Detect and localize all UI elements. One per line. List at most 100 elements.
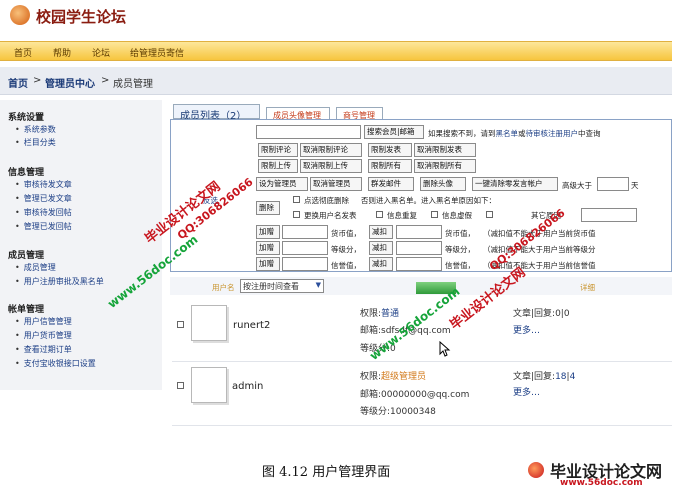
credit-label: 信誉值， [331,261,361,270]
other-reason-checkbox[interactable] [486,211,493,218]
sidebar-item[interactable]: 支付宝收银接口设置 [15,358,96,369]
crumb-home[interactable]: 首页 [8,75,28,90]
deduct-currency-input[interactable] [396,225,442,239]
user-level: 等级分:10000348 [360,407,436,417]
level-label: 等级分， [445,245,475,254]
member-list-header: 用户名 按注册时间查看 ▼ 详细 [170,277,672,295]
add-currency-button[interactable]: 加赠 [256,225,280,239]
figure-caption: 图 4.12 用户管理界面 [262,465,391,480]
ban-user-checkbox[interactable] [293,211,300,218]
user-stats: 文章|回复:18|4 [513,369,575,382]
set-admin-button[interactable]: 设为管理员 [256,177,308,191]
days-input[interactable] [597,177,629,191]
unlimit-upload-button[interactable]: 取消限制上传 [300,159,362,173]
info-fake-label: 信息虚假 [442,211,472,220]
add-credit-button[interactable]: 加赠 [256,257,280,271]
pending-users-link[interactable]: 待审核注册用户 [526,129,579,138]
sidebar-heading: 信息管理 [8,168,45,178]
add-level-input[interactable] [282,241,328,255]
row-checkbox[interactable] [177,382,184,389]
deduct-level-input[interactable] [396,241,442,255]
user-permission: 权限:超级管理员 [360,369,426,382]
permission-value: 普通 [381,309,400,319]
row-divider [172,361,672,362]
limit-post-button[interactable]: 限制发表 [368,143,412,157]
deduct-currency-button[interactable]: 减扣 [369,225,393,239]
sidebar-item[interactable]: 审核待发文章 [15,179,72,190]
deduct-level-button[interactable]: 减扣 [369,241,393,255]
currency-label: 货币值， [331,229,361,238]
reply-count[interactable]: 4 [570,372,576,382]
user-email: 邮箱:00000000@qq.com [360,390,470,400]
unlimit-comment-button[interactable]: 取消限制评论 [300,143,362,157]
article-count[interactable]: 18 [555,372,566,382]
row-checkbox[interactable] [177,321,184,328]
search-button[interactable]: 搜索会员|邮箱 [364,125,424,139]
sidebar-item[interactable]: 审核待发回帖 [15,207,72,218]
cursor-icon [439,341,451,357]
sidebar-item[interactable]: 用户信管管理 [15,316,72,327]
hard-delete-checkbox[interactable] [293,196,300,203]
add-level-button[interactable]: 加赠 [256,241,280,255]
delete-avatar-button[interactable]: 删除头像 [420,177,466,191]
username[interactable]: runert2 [233,320,270,331]
limit-comment-button[interactable]: 限制评论 [258,143,298,157]
sidebar-item[interactable]: 查看过期订单 [15,344,72,355]
col-detail: 详细 [580,283,595,292]
nav-home[interactable]: 首页 [14,46,32,59]
nav-help[interactable]: 帮助 [53,46,71,59]
info-fake-checkbox[interactable] [431,211,438,218]
clear-zero-post-button[interactable]: 一键清除零发言帐户 [472,177,558,191]
add-credit-input[interactable] [282,257,328,271]
sidebar-item[interactable]: 栏目分类 [15,137,56,148]
stats-label: 文章|回复: [513,372,556,382]
level-label: 等级分， [331,245,361,254]
add-currency-input[interactable] [282,225,328,239]
deduct-credit-input[interactable] [396,257,442,271]
sort-select-value: 按注册时间查看 [243,282,299,291]
sidebar-item[interactable]: 管理已发回帖 [15,221,72,232]
limit-all-button[interactable]: 限制所有 [368,159,412,173]
other-reason-input[interactable] [581,208,637,222]
crumb-admin-center[interactable]: 管理员中心 [45,75,95,90]
top-nav: 首页 帮助 论坛 给管理员寄信 [0,41,672,61]
search-hint-text: 如果搜索不到，请到 [428,129,496,138]
limit-upload-button[interactable]: 限制上传 [258,159,298,173]
sidebar-item[interactable]: 成员管理 [15,262,56,273]
info-repeat-checkbox[interactable] [376,211,383,218]
crumb-current: 成员管理 [113,79,153,90]
level-above-label: 高级大于 [562,181,592,190]
search-hint: 如果搜索不到，请到黑名单或待审核注册用户中查询 [428,128,601,139]
unlimit-post-button[interactable]: 取消限制发表 [414,143,476,157]
info-repeat-label: 信息重复 [387,211,417,220]
sidebar-item[interactable]: 用户货币管理 [15,330,72,341]
blacklist-link[interactable]: 黑名单 [496,129,519,138]
sidebar-item[interactable]: 系统参数 [15,124,56,135]
permission-label: 权限: [360,372,382,382]
sidebar-item[interactable]: 管理已发文章 [15,193,72,204]
breadcrumb: 首页 > 管理员中心 > 成员管理 [0,67,672,95]
app-title: 校园学生论坛 [36,8,127,26]
sort-select[interactable]: 按注册时间查看 ▼ [240,279,324,293]
mass-mail-button[interactable]: 群发邮件 [368,177,414,191]
sidebar-item[interactable]: 用户注册审批及黑名单 [15,276,104,287]
search-input[interactable] [256,125,361,139]
avatar [191,367,227,403]
nav-forum[interactable]: 论坛 [92,46,110,59]
ban-user-label: 更换用户名发表 [304,211,357,220]
sidebar-heading: 成员管理 [8,251,45,261]
username[interactable]: admin [232,381,263,392]
nav-mail-admin[interactable]: 给管理员寄信 [130,46,184,59]
more-link[interactable]: 更多… [513,385,540,398]
delete-button[interactable]: 删除 [256,201,280,215]
user-permission: 权限:普通 [360,306,399,319]
unlimit-all-button[interactable]: 取消限制所有 [414,159,476,173]
tab-member-list[interactable]: 成员列表（2） [173,104,260,122]
permission-label: 权限: [360,309,382,319]
currency-label: 货币值， [445,229,475,238]
deduct-credit-button[interactable]: 减扣 [369,257,393,271]
sidebar: 系统设置 系统参数 栏目分类 信息管理 审核待发文章 管理已发文章 审核待发回帖… [0,100,162,390]
more-link[interactable]: 更多… [513,323,540,336]
row-divider [172,425,672,426]
unset-admin-button[interactable]: 取消管理员 [310,177,362,191]
